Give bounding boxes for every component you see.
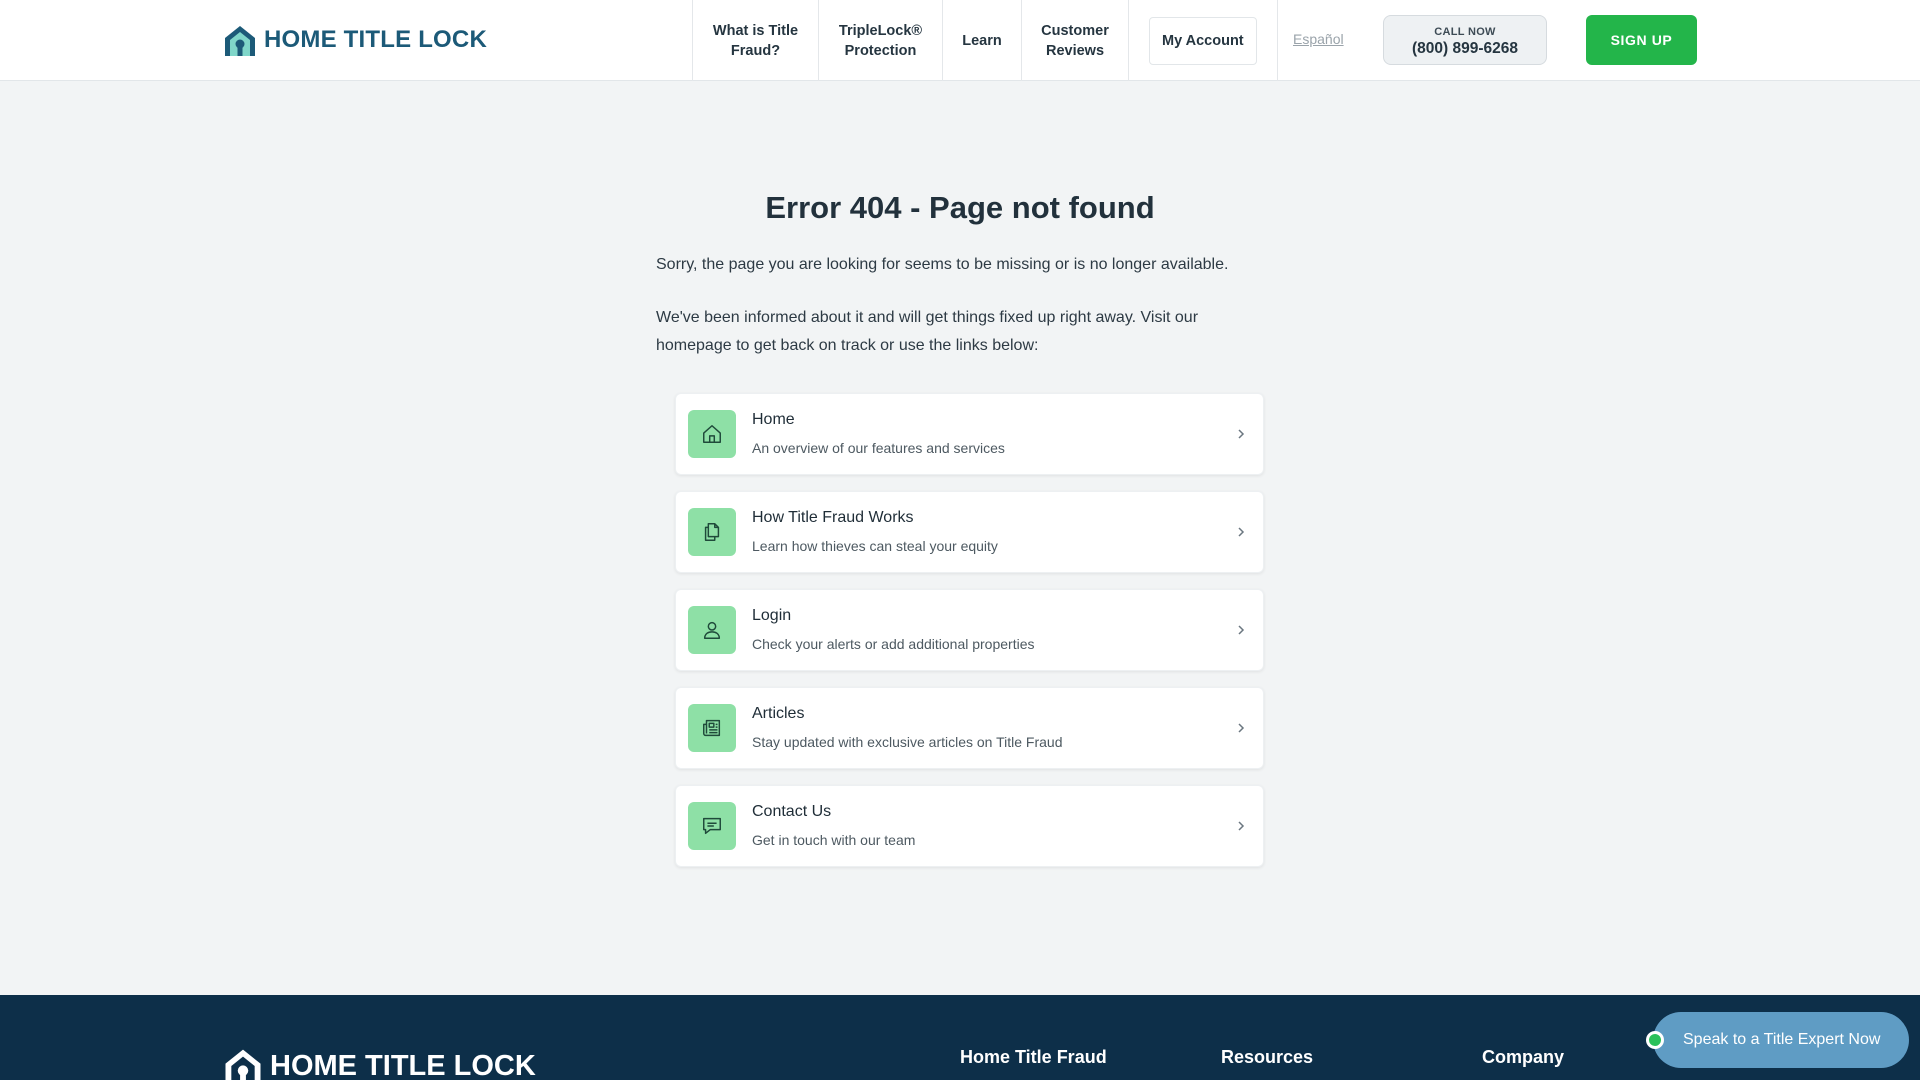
link-card-login[interactable]: Login Check your alerts or add additiona… [675,589,1264,671]
documents-icon [688,508,736,556]
newspaper-icon [688,704,736,752]
call-now-button[interactable]: CALL NOW (800) 899-6268 [1383,15,1547,65]
chevron-right-icon [1238,429,1245,439]
footer-logo[interactable]: HOME TITLE LOCK [222,1045,536,1080]
logo-text: HOME TITLE LOCK [264,26,487,53]
main-nav: What is Title Fraud? TripleLock® Protect… [692,0,1278,81]
footer-logo-text: HOME TITLE LOCK [270,1049,536,1080]
link-card-home[interactable]: Home An overview of our features and ser… [675,393,1264,475]
link-list: Home An overview of our features and ser… [675,393,1264,883]
sign-up-button[interactable]: SIGN UP [1586,15,1697,65]
chevron-right-icon [1238,527,1245,537]
link-title: How Title Fraud Works [752,509,914,526]
error-message: Sorry, the page you are looking for seem… [656,256,1229,273]
my-account-button[interactable]: My Account [1149,16,1257,65]
footer-heading-home-title-fraud: Home Title Fraud [960,1047,1107,1067]
link-title: Login [752,607,792,624]
link-title: Articles [752,705,805,722]
call-now-label: CALL NOW [1434,26,1496,38]
chevron-right-icon [1238,625,1245,635]
link-description: Check your alerts or add additional prop… [752,636,1035,652]
site-footer: HOME TITLE LOCK Home Title Fraud Resourc… [0,995,1920,1080]
phone-number: (800) 899-6268 [1412,40,1518,57]
link-description: Learn how thieves can steal your equity [752,538,998,554]
house-lock-icon [225,1049,261,1080]
nav-what-is-title-fraud[interactable]: What is Title Fraud? [692,0,818,81]
home-icon [688,410,736,458]
nav-account-wrap: My Account [1128,0,1278,81]
logo[interactable]: HOME TITLE LOCK [222,22,487,58]
link-title: Home [752,411,795,428]
online-status-dot [1646,1031,1664,1049]
link-description: An overview of our features and services [752,440,1005,456]
link-description: Get in touch with our team [752,832,916,848]
house-lock-icon [225,26,255,56]
chevron-right-icon [1238,723,1245,733]
link-card-contact-us[interactable]: Contact Us Get in touch with our team [675,785,1264,867]
user-icon [688,606,736,654]
nav-customer-reviews[interactable]: Customer Reviews [1021,0,1128,81]
page-title: Error 404 - Page not found [765,190,1155,225]
chat-widget-button[interactable]: Speak to a Title Expert Now [1653,1012,1909,1068]
link-card-how-title-fraud-works[interactable]: How Title Fraud Works Learn how thieves … [675,491,1264,573]
footer-heading-resources: Resources [1221,1047,1314,1067]
chat-icon [688,802,736,850]
nav-triplelock-protection[interactable]: TripleLock® Protection [818,0,942,81]
site-header: HOME TITLE LOCK What is Title Fraud? Tri… [0,0,1920,81]
chevron-right-icon [1238,821,1245,831]
link-card-articles[interactable]: Articles Stay updated with exclusive art… [675,687,1264,769]
link-title: Contact Us [752,803,832,820]
footer-heading-company: Company [1482,1047,1565,1067]
nav-learn[interactable]: Learn [942,0,1021,81]
link-description: Stay updated with exclusive articles on … [752,734,1063,750]
help-message: We've been informed about it and will ge… [656,309,1199,354]
language-link[interactable]: Español [1293,31,1344,47]
